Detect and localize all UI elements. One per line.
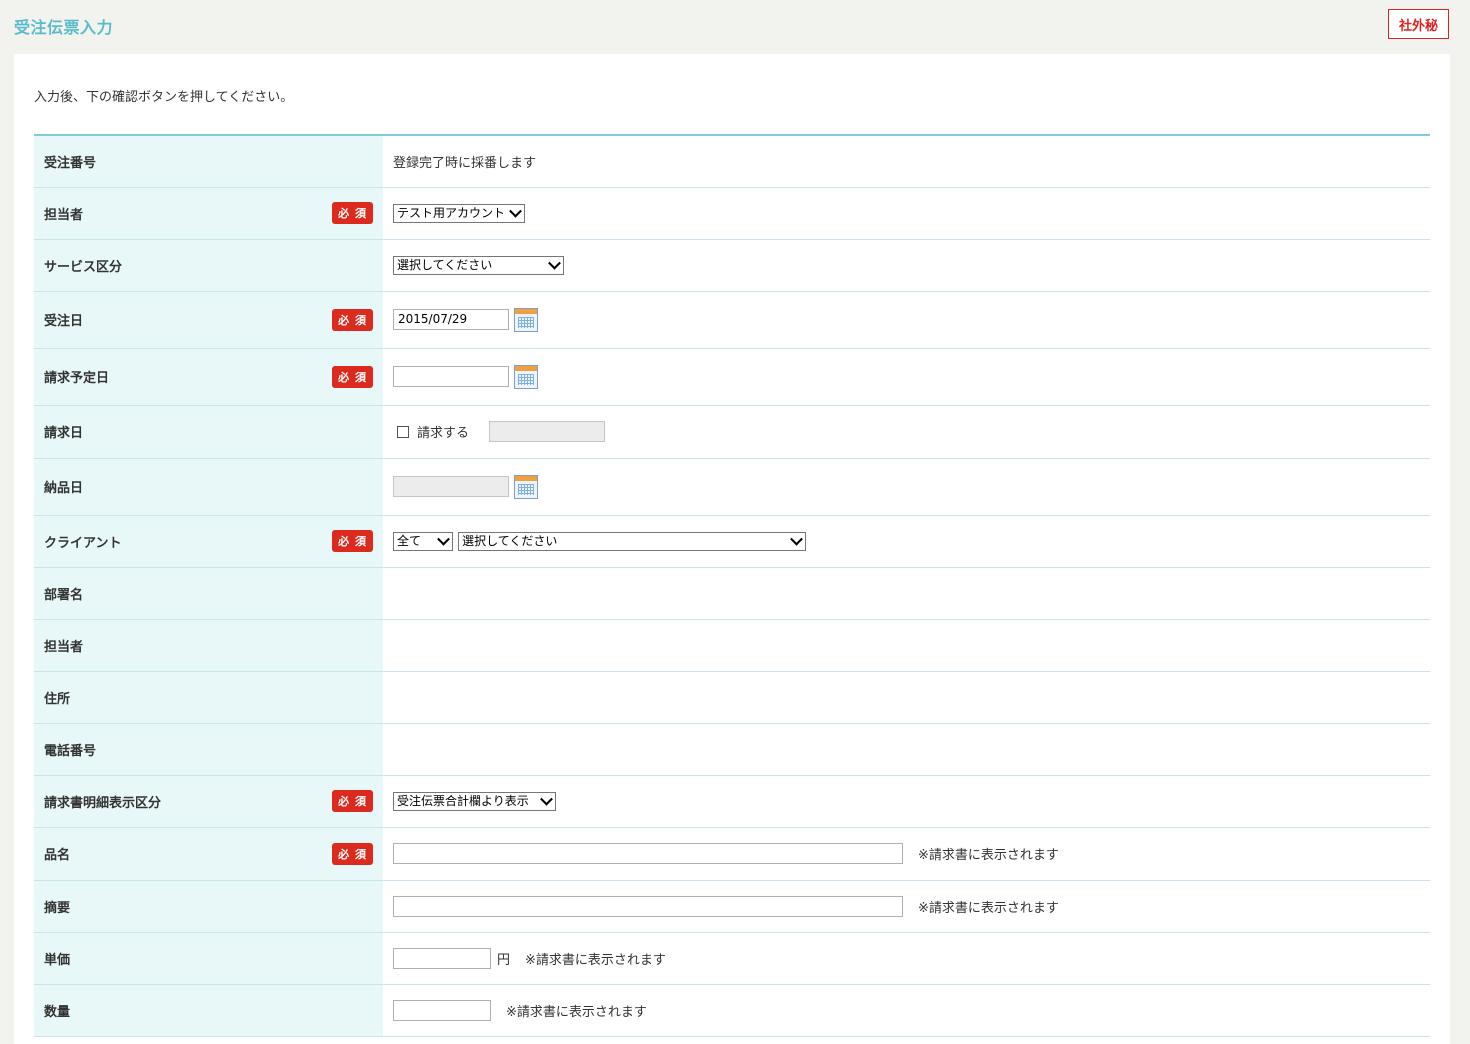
form-panel: 入力後、下の確認ボタンを押してください。 受注番号 登録完了時に採番します 担当… xyxy=(14,54,1450,1044)
billing-checkbox-label: 請求する xyxy=(417,426,470,441)
row-summary: 摘要 ※請求書に表示されます xyxy=(34,880,1430,933)
page-title: 受注伝票入力 xyxy=(14,18,114,37)
required-badge: 必 須 xyxy=(332,530,373,552)
address-value xyxy=(383,671,1430,724)
required-badge: 必 須 xyxy=(332,790,373,812)
label-quantity: 数量 xyxy=(34,984,383,1037)
chevron-down-icon xyxy=(437,532,450,546)
confidential-badge: 社外秘 xyxy=(1388,9,1449,39)
label-order-date: 受注日 必 須 xyxy=(34,291,383,349)
label-client-contact: 担当者 xyxy=(34,619,383,672)
delivery-date-input[interactable] xyxy=(393,476,509,497)
row-order-date: 受注日 必 須 2015/07/29 xyxy=(34,291,1430,349)
label-billing-scheduled-date: 請求予定日 必 須 xyxy=(34,348,383,406)
order-form-table: 受注番号 登録完了時に採番します 担当者 必 須 テスト用アカウント サービス区… xyxy=(34,134,1430,1037)
row-billing-scheduled-date: 請求予定日 必 須 xyxy=(34,348,1430,406)
quantity-note: ※請求書に表示されます xyxy=(506,1004,647,1020)
summary-note: ※請求書に表示されます xyxy=(918,900,1059,916)
item-name-input[interactable] xyxy=(393,843,903,864)
row-department: 部署名 xyxy=(34,567,1430,620)
phone-value xyxy=(383,723,1430,776)
row-client-contact: 担当者 xyxy=(34,619,1430,672)
summary-input[interactable] xyxy=(393,895,903,917)
label-service-category: サービス区分 xyxy=(34,239,383,292)
row-billing-date: 請求日 請求する xyxy=(34,405,1430,459)
order-date-input[interactable]: 2015/07/29 xyxy=(393,309,509,330)
required-badge: 必 須 xyxy=(332,842,373,865)
top-bar: 受注伝票入力 社外秘 xyxy=(0,0,1470,52)
invoice-detail-display-select[interactable]: 受注伝票合計欄より表示 xyxy=(393,791,556,811)
required-badge: 必 須 xyxy=(332,202,373,224)
unit-price-unit: 円 xyxy=(497,952,511,968)
row-unit-price: 単価 円 ※請求書に表示されます xyxy=(34,932,1430,985)
row-item-name: 品名 必 須 ※請求書に表示されます xyxy=(34,827,1430,881)
service-category-select[interactable]: 選択してください xyxy=(393,255,564,275)
chevron-down-icon xyxy=(790,532,804,546)
label-billing-date: 請求日 xyxy=(34,405,383,459)
unit-price-note: ※請求書に表示されます xyxy=(525,952,666,968)
label-order-number: 受注番号 xyxy=(34,135,383,188)
calendar-icon[interactable] xyxy=(514,364,538,389)
chevron-down-icon xyxy=(548,256,561,270)
label-phone: 電話番号 xyxy=(34,723,383,776)
row-quantity: 数量 ※請求書に表示されます xyxy=(34,984,1430,1037)
chevron-down-icon xyxy=(509,204,522,218)
row-delivery-date: 納品日 xyxy=(34,458,1430,516)
row-order-number: 受注番号 登録完了時に採番します xyxy=(34,135,1430,188)
label-delivery-date: 納品日 xyxy=(34,458,383,516)
label-summary: 摘要 xyxy=(34,880,383,933)
chevron-down-icon xyxy=(540,792,553,806)
client-filter-select[interactable]: 全て xyxy=(393,531,453,551)
row-service-category: サービス区分 選択してください xyxy=(34,239,1430,292)
item-name-note: ※請求書に表示されます xyxy=(918,848,1059,863)
unit-price-input[interactable] xyxy=(393,947,491,969)
label-invoice-detail-display: 請求書明細表示区分 必 須 xyxy=(34,775,383,828)
label-department: 部署名 xyxy=(34,567,383,620)
row-invoice-detail-display: 請求書明細表示区分 必 須 受注伝票合計欄より表示 xyxy=(34,775,1430,828)
billing-scheduled-date-input[interactable] xyxy=(393,366,509,387)
client-select[interactable]: 選択してください xyxy=(458,531,807,551)
label-address: 住所 xyxy=(34,671,383,724)
required-badge: 必 須 xyxy=(332,308,373,331)
billing-checkbox[interactable] xyxy=(397,425,409,438)
row-phone: 電話番号 xyxy=(34,723,1430,776)
row-address: 住所 xyxy=(34,671,1430,724)
required-badge: 必 須 xyxy=(332,365,373,388)
order-number-value: 登録完了時に採番します xyxy=(383,135,1430,188)
quantity-input[interactable] xyxy=(393,999,491,1021)
instruction-text: 入力後、下の確認ボタンを押してください。 xyxy=(34,90,294,105)
label-unit-price: 単価 xyxy=(34,932,383,985)
row-staff: 担当者 必 須 テスト用アカウント xyxy=(34,187,1430,240)
client-contact-value xyxy=(383,619,1430,672)
department-value xyxy=(383,567,1430,620)
label-client: クライアント 必 須 xyxy=(34,515,383,568)
label-item-name: 品名 必 須 xyxy=(34,827,383,881)
billing-date-input xyxy=(489,421,606,442)
label-staff: 担当者 必 須 xyxy=(34,187,383,240)
staff-select[interactable]: テスト用アカウント xyxy=(393,203,525,223)
calendar-icon[interactable] xyxy=(514,307,538,332)
calendar-icon[interactable] xyxy=(514,474,538,499)
row-client: クライアント 必 須 全て 選択してください xyxy=(34,515,1430,568)
